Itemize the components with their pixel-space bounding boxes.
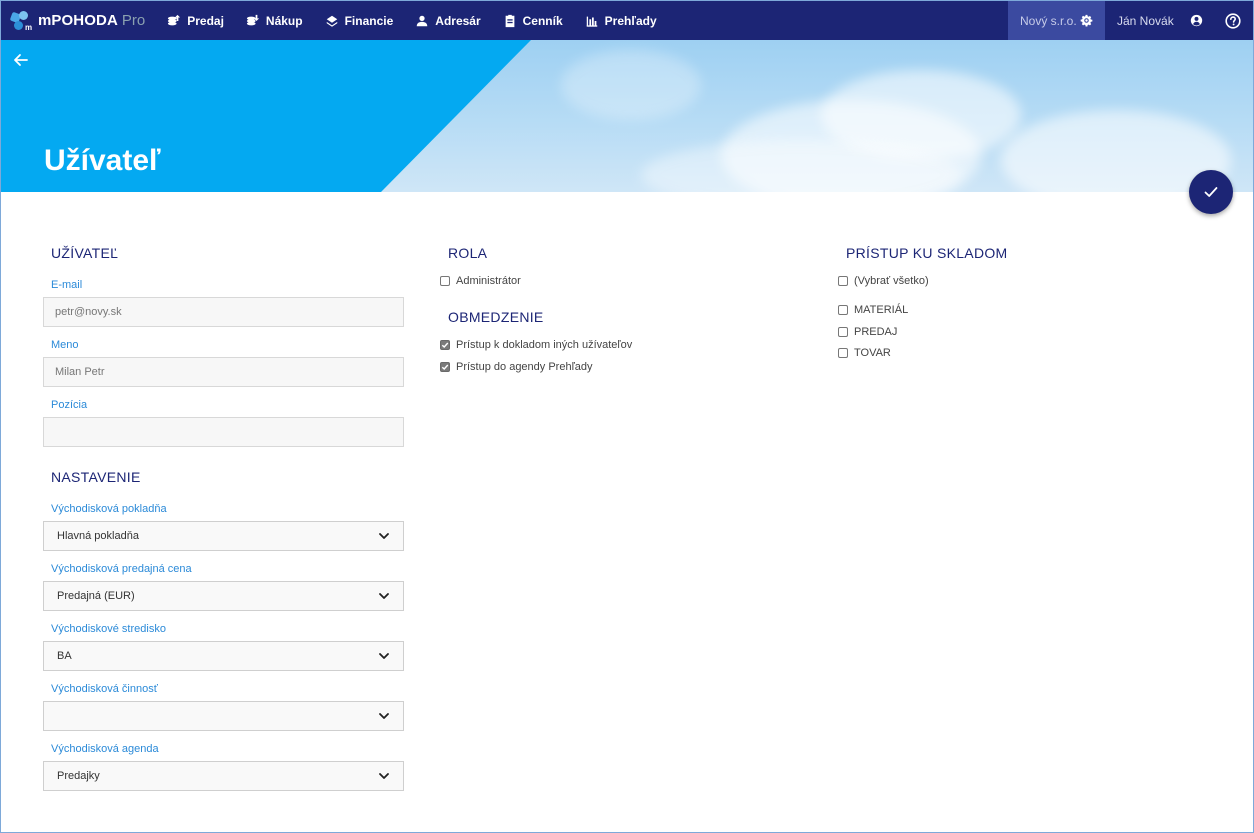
section-heading-role: ROLA <box>448 245 488 261</box>
checkbox-label: MATERIÁL <box>854 304 909 316</box>
checkbox-label: (Vybrať všetko) <box>854 275 929 287</box>
bar-chart-icon <box>585 14 599 28</box>
section-heading-settings: NASTAVENIE <box>51 469 141 485</box>
default-agenda-select[interactable]: Predajky <box>43 761 404 791</box>
person-icon <box>415 14 429 28</box>
checkbox-label: Prístup do agendy Prehľady <box>456 361 593 373</box>
nav-adresar[interactable]: Adresár <box>415 14 481 28</box>
app-name: mPOHODA <box>38 12 118 29</box>
chevron-down-icon <box>379 773 389 779</box>
checkbox-label: PREDAJ <box>854 326 898 338</box>
check-icon <box>441 364 449 371</box>
checkbox-box <box>838 327 848 337</box>
default-center-select[interactable]: BA <box>43 641 404 671</box>
warehouse-select-all-checkbox[interactable]: (Vybrať všetko) <box>838 275 929 287</box>
gear-icon <box>1080 14 1093 27</box>
finance-icon <box>325 14 339 28</box>
select-value: BA <box>57 650 72 662</box>
checkbox-box <box>440 276 450 286</box>
select-value: Predajky <box>57 770 100 782</box>
name-field[interactable] <box>43 357 404 387</box>
coins-down-icon <box>246 14 260 28</box>
nav-cennik[interactable]: Cenník <box>503 14 563 28</box>
restriction-documents-checkbox[interactable]: Prístup k dokladom iných užívateľov <box>440 339 632 351</box>
checkbox-label: Prístup k dokladom iných užívateľov <box>456 339 633 351</box>
check-icon <box>441 342 449 349</box>
banner-blue-shape <box>1 40 531 192</box>
position-label: Pozícia <box>51 399 88 411</box>
checkbox-box <box>838 348 848 358</box>
page-title: Užívateľ <box>44 144 161 177</box>
checkbox-box <box>838 276 848 286</box>
checkbox-label: TOVAR <box>854 347 891 359</box>
email-label: E-mail <box>51 279 83 291</box>
section-heading-user: UŽÍVATEĽ <box>51 245 119 261</box>
check-icon <box>1204 187 1218 197</box>
default-cash-label: Východisková pokladňa <box>51 503 167 515</box>
back-arrow-icon[interactable] <box>12 51 30 69</box>
page-banner: Užívateľ <box>1 40 1253 192</box>
company-switcher[interactable]: Nový s.r.o. <box>1008 1 1105 40</box>
pohoda-logo-icon: m <box>9 10 33 32</box>
top-right-area: Nový s.r.o. Ján Novák <box>1008 1 1253 40</box>
nav-predaj[interactable]: Predaj <box>167 14 224 28</box>
warehouse-predaj-checkbox[interactable]: PREDAJ <box>838 326 897 338</box>
default-agenda-label: Východisková agenda <box>51 743 159 755</box>
default-price-select[interactable]: Predajná (EUR) <box>43 581 404 611</box>
help-icon[interactable] <box>1225 12 1241 29</box>
app-edition: Pro <box>121 12 146 29</box>
restriction-reports-checkbox[interactable]: Prístup do agendy Prehľady <box>440 361 593 373</box>
coins-up-icon <box>167 14 181 28</box>
user-name: Ján Novák <box>1117 13 1174 28</box>
chevron-down-icon <box>379 533 389 539</box>
chevron-down-icon <box>379 713 389 719</box>
clipboard-icon <box>503 14 517 28</box>
chevron-down-icon <box>379 593 389 599</box>
checkbox-label: Administrátor <box>456 275 521 287</box>
save-button[interactable] <box>1189 170 1233 214</box>
default-price-label: Východisková predajná cena <box>51 563 192 575</box>
checkbox-box <box>440 362 450 372</box>
nav-nakup[interactable]: Nákup <box>246 14 303 28</box>
select-value: Hlavná pokladňa <box>57 530 139 542</box>
user-menu[interactable]: Ján Novák <box>1117 14 1203 28</box>
default-cash-select[interactable]: Hlavná pokladňa <box>43 521 404 551</box>
section-heading-restriction: OBMEDZENIE <box>448 309 544 325</box>
company-name: Nový s.r.o. <box>1020 13 1077 28</box>
app-logo[interactable]: m mPOHODA Pro <box>9 1 146 40</box>
section-heading-warehouse: PRÍSTUP KU SKLADOM <box>846 245 1008 261</box>
nav-prehlady[interactable]: Prehľady <box>585 14 657 28</box>
default-activity-label: Východisková činnosť <box>51 683 158 695</box>
top-navbar: m mPOHODA Pro Predaj Nákup Financie Adre… <box>1 1 1253 40</box>
main-nav: Predaj Nákup Financie Adresár Cenník Pre… <box>167 14 678 28</box>
account-icon <box>1190 14 1203 27</box>
checkbox-box <box>440 340 450 350</box>
checkbox-box <box>838 305 848 315</box>
warehouse-tovar-checkbox[interactable]: TOVAR <box>838 347 891 359</box>
email-field[interactable] <box>43 297 404 327</box>
default-activity-select[interactable] <box>43 701 404 731</box>
warehouse-material-checkbox[interactable]: MATERIÁL <box>838 304 908 316</box>
select-value: Predajná (EUR) <box>57 590 135 602</box>
role-admin-checkbox[interactable]: Administrátor <box>440 275 521 287</box>
position-field[interactable] <box>43 417 404 447</box>
nav-financie[interactable]: Financie <box>325 14 393 28</box>
chevron-down-icon <box>379 653 389 659</box>
name-label: Meno <box>51 339 79 351</box>
default-center-label: Východiskové stredisko <box>51 623 166 635</box>
